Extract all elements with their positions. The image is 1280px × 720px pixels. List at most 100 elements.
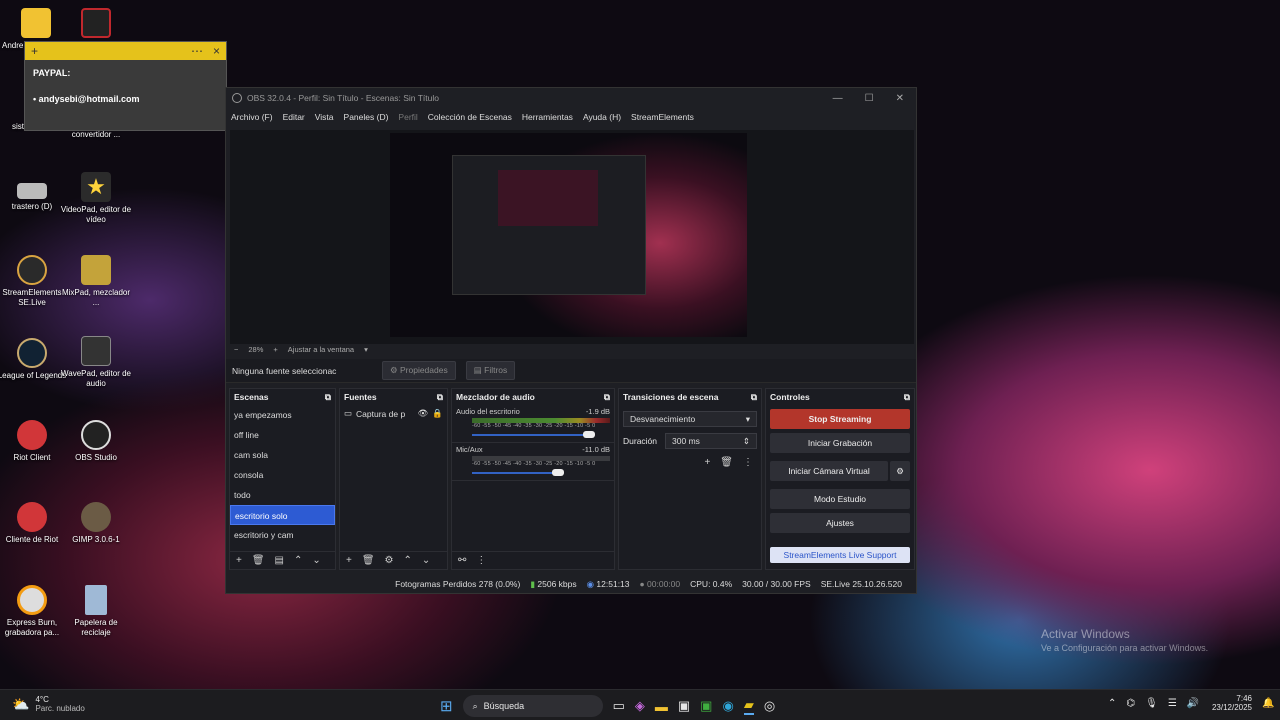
sticky-notes-icon[interactable]: ▰ <box>743 697 754 715</box>
menu-streamelements[interactable]: StreamElements <box>631 112 694 122</box>
desktop-icon-videopad[interactable]: ★ VideoPad, editor de vídeo <box>60 172 132 225</box>
desktop-icon-recycle-bin[interactable]: Papelera de reciclaje <box>60 585 132 638</box>
slider-knob[interactable] <box>551 469 564 476</box>
obs-taskbar-icon[interactable]: ◎ <box>764 698 775 714</box>
menu-archivo[interactable]: Archivo (F) <box>231 112 273 122</box>
fit-window-button[interactable]: Ajustar a la ventana <box>288 345 354 356</box>
mic-icon[interactable]: 🎙 <box>1145 698 1158 709</box>
eye-icon[interactable]: 👁 <box>418 408 429 419</box>
trash-icon[interactable]: 🗑 <box>362 555 375 566</box>
desktop-icon-convertidor[interactable]: convertidor ... <box>60 130 132 140</box>
close-icon[interactable]: ✕ <box>896 93 904 104</box>
slider-knob[interactable] <box>583 431 596 438</box>
desktop-icon-red-app[interactable] <box>60 8 132 41</box>
menu-coleccion[interactable]: Colección de Escenas <box>428 112 512 122</box>
program-preview[interactable] <box>390 133 747 337</box>
trash-icon[interactable]: 🗑 <box>252 555 265 566</box>
volume-slider[interactable] <box>472 431 610 438</box>
scene-item[interactable]: escritorio y cam <box>230 525 335 545</box>
move-down-icon[interactable]: ⌄ <box>312 555 320 566</box>
spin-icon[interactable]: ⇕ <box>743 436 750 447</box>
undock-icon[interactable]: ⧉ <box>604 392 610 403</box>
undock-icon[interactable]: ⧉ <box>437 392 443 403</box>
gear-icon[interactable]: ⚙ <box>890 461 910 481</box>
scene-item[interactable]: consola <box>230 465 335 485</box>
desktop-icon-streamelements[interactable]: StreamElements SE.Live <box>0 255 68 308</box>
camtasia-icon[interactable]: ▣ <box>700 698 712 714</box>
trash-icon[interactable]: 🗑 <box>720 457 733 468</box>
chevron-up-icon[interactable]: ⌃ <box>1108 698 1116 709</box>
sticky-note[interactable]: + ⋯ × PAYPAL: • andysebi@hotmail.com <box>24 41 227 131</box>
minimize-icon[interactable]: — <box>833 93 843 104</box>
zoom-in-button[interactable]: + <box>273 345 277 356</box>
search-box[interactable]: ⌕ Búsqueda <box>462 695 603 717</box>
desktop-icon-league[interactable]: League of Legends <box>0 338 68 381</box>
lock-icon[interactable]: 🔒 <box>432 408 443 419</box>
desktop-icon-trastero[interactable]: trastero (D) <box>0 175 68 212</box>
link-icon[interactable]: ⚯ <box>458 555 466 566</box>
duration-input[interactable]: 300 ms ⇕ <box>665 433 757 449</box>
file-explorer-icon[interactable]: ▬ <box>655 699 668 714</box>
scene-item[interactable]: ya empezamos <box>230 405 335 425</box>
sticky-note-titlebar[interactable]: + ⋯ × <box>25 42 226 60</box>
more-icon[interactable]: ⋯ <box>191 44 203 58</box>
menu-herramientas[interactable]: Herramientas <box>522 112 573 122</box>
close-icon[interactable]: × <box>213 44 220 58</box>
support-button[interactable]: StreamElements Live Support <box>770 547 910 563</box>
add-icon[interactable]: + <box>346 555 352 566</box>
store-icon[interactable]: ▣ <box>678 698 690 714</box>
preview-area[interactable] <box>230 130 914 344</box>
clock[interactable]: 7:46 23/12/2025 <box>1200 694 1252 712</box>
edge-icon[interactable]: ◉ <box>722 698 733 714</box>
obs-titlebar[interactable]: OBS 32.0.4 - Perfil: Sin Título - Escena… <box>226 88 916 108</box>
speaker-icon[interactable]: 🔊 <box>1187 698 1199 709</box>
menu-vista[interactable]: Vista <box>315 112 334 122</box>
zoom-out-button[interactable]: − <box>234 345 238 356</box>
add-note-icon[interactable]: + <box>31 44 38 58</box>
task-view-icon[interactable]: ▭ <box>613 698 625 714</box>
scene-item[interactable]: cam sola <box>230 445 335 465</box>
filter-icon[interactable]: ▤ <box>275 555 284 566</box>
desktop-icon-express-burn[interactable]: Express Burn, grabadora pa... <box>0 585 68 638</box>
copilot-icon[interactable]: ◈ <box>635 698 645 714</box>
start-recording-button[interactable]: Iniciar Grabación <box>770 433 910 453</box>
source-item[interactable]: ▭ Captura de p 👁 🔒 <box>340 405 447 422</box>
desktop-icon-mixpad[interactable]: MixPad, mezclador ... <box>60 255 132 308</box>
stop-streaming-button[interactable]: Stop Streaming <box>770 409 910 429</box>
add-icon[interactable]: + <box>704 457 710 468</box>
desktop-icon-obs[interactable]: OBS Studio <box>60 420 132 463</box>
desktop-icon-riot-client[interactable]: Riot Client <box>0 420 68 463</box>
desktop-icon-cliente-riot[interactable]: Cliente de Riot <box>0 502 68 545</box>
start-virtual-camera-button[interactable]: Iniciar Cámara Virtual <box>770 461 888 481</box>
add-icon[interactable]: + <box>236 555 242 566</box>
menu-ayuda[interactable]: Ayuda (H) <box>583 112 621 122</box>
menu-paneles[interactable]: Paneles (D) <box>344 112 389 122</box>
settings-button[interactable]: Ajustes <box>770 513 910 533</box>
move-up-icon[interactable]: ⌃ <box>294 555 302 566</box>
windows-start-icon[interactable]: ⊞ <box>440 697 453 715</box>
more-icon[interactable]: ⋮ <box>743 457 753 468</box>
move-down-icon[interactable]: ⌄ <box>422 555 430 566</box>
undock-icon[interactable]: ⧉ <box>325 392 331 403</box>
wifi-icon[interactable]: ☰ <box>1168 698 1177 709</box>
undock-icon[interactable]: ⧉ <box>751 392 757 403</box>
chevron-down-icon[interactable]: ▾ <box>364 345 368 356</box>
menu-editar[interactable]: Editar <box>283 112 305 122</box>
network-icon[interactable]: ⌬ <box>1126 698 1135 709</box>
notification-icon[interactable]: 🔔 <box>1262 698 1274 709</box>
maximize-icon[interactable]: ☐ <box>865 93 874 104</box>
studio-mode-button[interactable]: Modo Estudio <box>770 489 910 509</box>
weather-widget[interactable]: ⛅ 4°C Parc. nublado <box>12 695 85 713</box>
scene-item[interactable]: off line <box>230 425 335 445</box>
properties-button[interactable]: ⚙ Propiedades <box>382 361 456 380</box>
desktop-icon-wavepad[interactable]: WavePad, editor de audio <box>60 336 132 389</box>
scene-item[interactable]: todo <box>230 485 335 505</box>
desktop-icon-gimp[interactable]: GIMP 3.0.6-1 <box>60 502 132 545</box>
move-up-icon[interactable]: ⌃ <box>404 555 412 566</box>
gear-icon[interactable]: ⚙ <box>385 555 394 566</box>
more-icon[interactable]: ⋮ <box>476 555 486 566</box>
scene-item-selected[interactable]: escritorio solo <box>230 505 335 525</box>
filters-button[interactable]: ▤ Filtros <box>465 361 516 380</box>
volume-slider[interactable] <box>472 469 610 476</box>
menu-perfil[interactable]: Perfil <box>398 112 417 122</box>
